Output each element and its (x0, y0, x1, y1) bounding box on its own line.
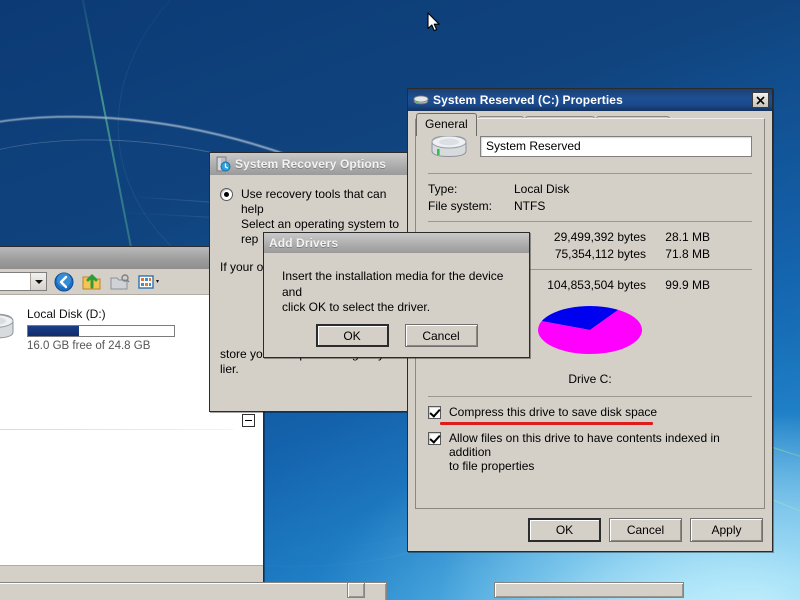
properties-button-row[interactable]: OK Cancel Apply (528, 518, 763, 542)
type-key: Type: (428, 182, 458, 196)
free-space-bytes: 75,354,112 bytes (554, 247, 646, 261)
drive-icon (413, 92, 429, 108)
hard-drive-icon (0, 305, 17, 345)
status-panel-1[interactable] (0, 582, 387, 600)
status-panel-2[interactable] (347, 582, 365, 598)
recovery-title: System Recovery Options (235, 157, 387, 171)
chevron-down-icon (34, 279, 43, 284)
used-space-bytes: 29,499,392 bytes (553, 230, 646, 244)
drive-free-space-text: 16.0 GB free of 24.8 GB (27, 340, 151, 352)
wallpaper-green-streak-1 (78, 0, 138, 275)
address-dropdown-button[interactable] (30, 273, 46, 290)
filesystem-value: NTFS (514, 199, 546, 213)
status-panel-3[interactable] (494, 582, 684, 598)
address-bar-combo[interactable] (0, 272, 47, 291)
add-drivers-titlebar[interactable]: Add Drivers (264, 233, 529, 253)
type-value: Local Disk (514, 182, 570, 196)
explorer-status-bar (0, 565, 684, 600)
up-folder-icon[interactable] (81, 271, 103, 293)
apply-button[interactable]: Apply (690, 518, 763, 542)
free-space-mb: 71.8 MB (665, 247, 710, 261)
back-icon[interactable] (53, 271, 75, 293)
compress-drive-label: Compress this drive to save disk space (449, 405, 658, 419)
pie-chart-label: Drive C: (568, 372, 612, 386)
index-contents-checkbox[interactable] (428, 432, 441, 445)
address-input[interactable] (0, 273, 30, 290)
add-drivers-button-row[interactable]: OK Cancel (264, 324, 529, 347)
add-drivers-ok-button[interactable]: OK (315, 324, 389, 347)
recovery-paragraph-2-line2: lier. (220, 362, 239, 376)
tab-general[interactable]: General (416, 113, 477, 136)
add-drivers-dialog[interactable]: Add Drivers Insert the installation medi… (263, 232, 530, 358)
properties-close-button[interactable] (752, 92, 769, 108)
group-collapse-button[interactable] (242, 414, 255, 427)
add-drivers-message-line1: Insert the installation media for the de… (282, 269, 504, 299)
divider-4 (428, 396, 752, 397)
index-contents-line2: to file properties (449, 459, 535, 473)
add-drivers-message-line2: click OK to select the driver. (282, 300, 431, 315)
recovery-option-line1: Use recovery tools that can help (241, 187, 387, 216)
add-drivers-cancel-button[interactable]: Cancel (404, 324, 478, 347)
divider-1 (428, 173, 752, 174)
filesystem-key: File system: (428, 199, 493, 213)
recovery-icon (215, 156, 231, 172)
index-contents-line1: Allow files on this drive to have conten… (449, 431, 720, 459)
capacity-mb: 99.9 MB (665, 278, 710, 292)
views-icon[interactable] (137, 271, 159, 293)
compress-drive-row[interactable]: Compress this drive to save disk space (428, 405, 752, 425)
close-icon (756, 96, 765, 105)
index-contents-row[interactable]: Allow files on this drive to have conten… (428, 431, 752, 473)
pie-chart-graphic (538, 306, 642, 354)
used-space-mb: 28.1 MB (665, 230, 710, 244)
highlight-underline (440, 422, 653, 425)
volume-label-input[interactable]: System Reserved (480, 135, 752, 157)
recovery-radio-button[interactable] (220, 188, 233, 201)
capacity-bar-fill (28, 326, 80, 336)
divider-2 (428, 221, 752, 222)
cancel-button[interactable]: Cancel (609, 518, 682, 542)
add-drivers-title: Add Drivers (269, 236, 339, 250)
group-divider (0, 429, 233, 430)
add-drivers-message: Insert the installation media for the de… (264, 253, 529, 316)
recovery-titlebar[interactable]: System Recovery Options (210, 153, 421, 175)
folder-icon[interactable] (109, 271, 131, 293)
properties-title: System Reserved (C:) Properties (433, 93, 623, 107)
info-row-type: Type: Local Disk (428, 182, 752, 196)
index-contents-label: Allow files on this drive to have conten… (449, 431, 752, 473)
info-row-filesystem: File system: NTFS (428, 199, 752, 213)
drive-label: Local Disk (D:) (27, 307, 106, 321)
capacity-bytes: 104,853,504 bytes (547, 278, 646, 292)
properties-titlebar[interactable]: System Reserved (C:) Properties (408, 89, 772, 111)
drive-info: Local Disk (D:) 16.0 GB free of 24.8 GB (27, 305, 175, 352)
compress-drive-checkbox[interactable] (428, 406, 441, 419)
ok-button[interactable]: OK (528, 518, 601, 542)
capacity-bar (27, 325, 175, 337)
